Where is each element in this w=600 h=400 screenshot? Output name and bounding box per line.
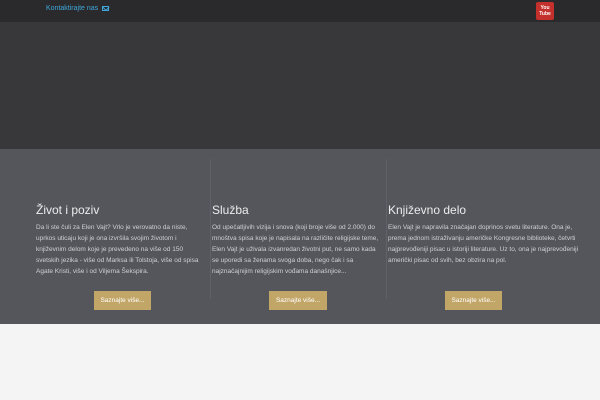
mail-icon <box>102 6 110 11</box>
feature-text: Elen Vajt je napravila značajan doprinos… <box>388 224 579 264</box>
contact-label: Kontaktirajte nas <box>46 5 99 12</box>
contact-link[interactable]: Kontaktirajte nas <box>46 5 110 12</box>
feature-text: Da li ste čuli za Elen Vajt? Vrlo je ver… <box>36 224 199 275</box>
learn-more-button[interactable]: Saznajte više... <box>445 291 502 310</box>
feature-card-ministry: Služba Od upečatljivih vizija i snova (k… <box>212 149 384 324</box>
feature-card-literature: Književno delo Elen Vajt je napravila zn… <box>388 149 588 324</box>
feature-text: Od upečatljivih vizija i snova (koji bro… <box>212 224 379 275</box>
youtube-logo-text-2: Tube <box>539 11 551 17</box>
top-bar: Kontaktirajte nas You Tube <box>0 0 600 22</box>
feature-title: Književno delo <box>388 203 467 217</box>
feature-title: Služba <box>212 203 249 217</box>
learn-more-button[interactable]: Saznajte više... <box>269 291 327 310</box>
feature-title: Život i poziv <box>36 203 100 217</box>
hero-banner <box>0 22 600 149</box>
feature-section: Život i poziv Da li ste čuli za Elen Vaj… <box>0 149 600 324</box>
card-divider <box>386 159 387 299</box>
feature-card-life: Život i poziv Da li ste čuli za Elen Vaj… <box>36 149 208 324</box>
youtube-icon[interactable]: You Tube <box>536 2 554 20</box>
card-divider <box>210 159 211 299</box>
learn-more-button[interactable]: Saznajte više... <box>94 291 151 310</box>
